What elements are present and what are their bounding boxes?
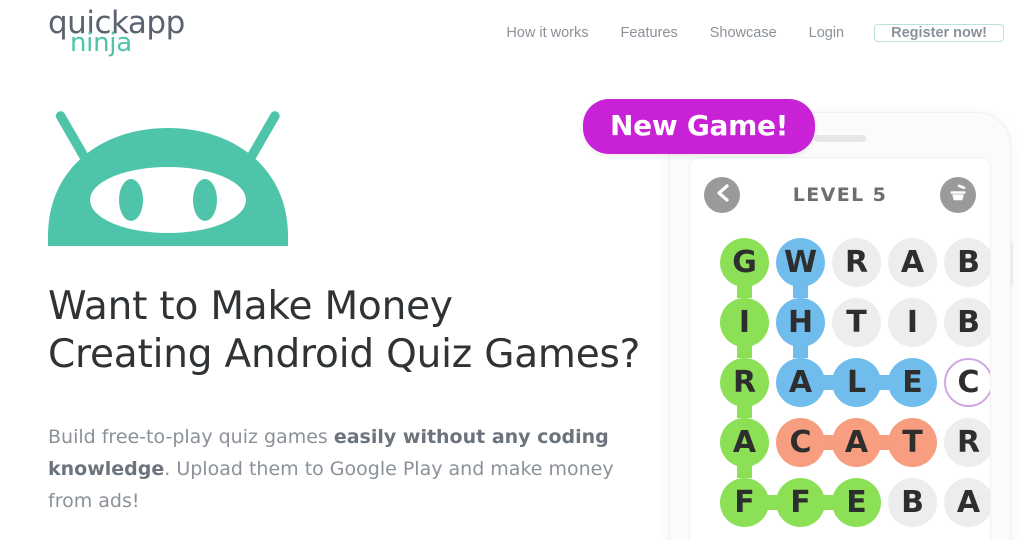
hero-subtext-part1: Build free-to-play quiz games (48, 426, 334, 448)
basket-hint-icon (948, 183, 968, 208)
grid-cell-selected[interactable]: C (944, 358, 990, 407)
hero-heading-line2: Creating Android Quiz Games? (48, 331, 641, 377)
nav-item-features[interactable]: Features (605, 25, 694, 41)
phone-side-button (1010, 241, 1013, 287)
grid-cell[interactable]: B (888, 478, 937, 527)
grid-cell[interactable]: T (832, 298, 881, 347)
hero-heading: Want to Make Money Creating Android Quiz… (48, 283, 673, 378)
grid-cell[interactable]: E (832, 478, 881, 527)
grid-cell[interactable]: G (720, 238, 769, 287)
grid-cell[interactable]: A (832, 418, 881, 467)
phone-mockup: LEVEL 5 G W R A B I H T I B R A L E C A … (669, 112, 1013, 540)
phone-screen: LEVEL 5 G W R A B I H T I B R A L E C A … (689, 157, 991, 540)
hint-button[interactable] (940, 177, 976, 213)
register-now-button[interactable]: Register now! (874, 24, 1004, 42)
grid-cell[interactable]: B (944, 238, 990, 287)
grid-cell[interactable]: R (944, 418, 990, 467)
grid-cell[interactable]: A (720, 418, 769, 467)
grid-cell[interactable]: E (888, 358, 937, 407)
grid-cell[interactable]: H (776, 298, 825, 347)
grid-cell[interactable]: I (720, 298, 769, 347)
earpiece-speaker-icon (814, 135, 866, 142)
grid-cell[interactable]: W (776, 238, 825, 287)
hero-subtext: Build free-to-play quiz games easily wit… (48, 422, 648, 518)
android-robot-icon (48, 96, 288, 246)
grid-cell[interactable]: F (776, 478, 825, 527)
word-search-grid: G W R A B I H T I B R A L E C A C A T R … (690, 232, 990, 540)
grid-cell[interactable]: A (776, 358, 825, 407)
main-navigation: How it works Features Showcase Login Reg… (490, 0, 1004, 66)
grid-cell[interactable]: A (888, 238, 937, 287)
site-header: quickapp ninja How it works Features Sho… (0, 0, 1024, 66)
landing-page: quickapp ninja How it works Features Sho… (0, 0, 1024, 540)
grid-cell[interactable]: T (888, 418, 937, 467)
grid-cell[interactable]: A (944, 478, 990, 527)
nav-item-showcase[interactable]: Showcase (694, 25, 793, 41)
grid-cell[interactable]: R (720, 358, 769, 407)
grid-cell[interactable]: C (776, 418, 825, 467)
grid-cell[interactable]: L (832, 358, 881, 407)
new-game-badge: New Game! (583, 99, 816, 154)
grid-cell[interactable]: B (944, 298, 990, 347)
hero-heading-line1: Want to Make Money (48, 284, 453, 329)
brand-logo[interactable]: quickapp ninja (48, 8, 248, 60)
grid-cell[interactable]: F (720, 478, 769, 527)
nav-item-login[interactable]: Login (793, 25, 860, 41)
nav-item-how-it-works[interactable]: How it works (490, 25, 604, 41)
grid-cell[interactable]: R (832, 238, 881, 287)
game-top-bar: LEVEL 5 (690, 158, 990, 232)
grid-cell[interactable]: I (888, 298, 937, 347)
